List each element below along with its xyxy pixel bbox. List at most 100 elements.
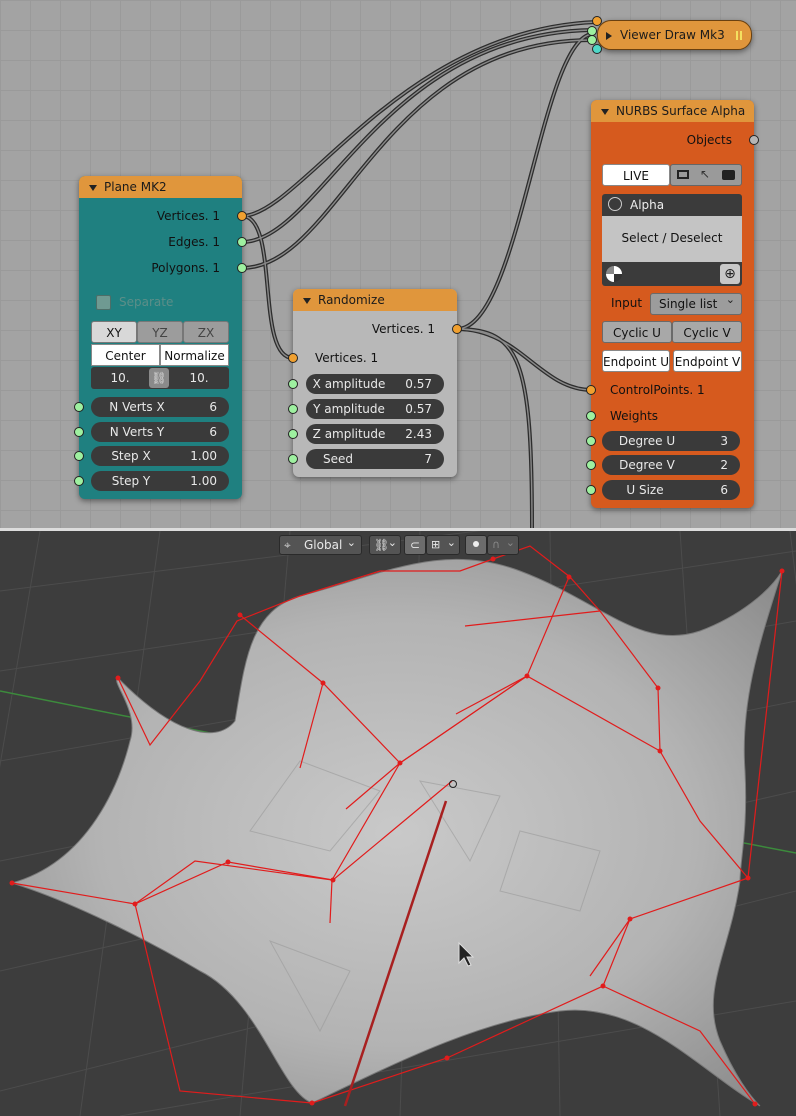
separate-checkbox[interactable] [96, 295, 111, 310]
nurbs-socket-objects[interactable] [749, 135, 759, 145]
nurbs-socket-control-points[interactable] [586, 385, 596, 395]
plane-output-polygons-label: Polygons. 1 [151, 261, 220, 275]
monitor-icon[interactable] [677, 170, 689, 179]
snap-element-select[interactable]: ⊞ ⌄ [426, 535, 460, 555]
plane-socket-step-x[interactable] [74, 451, 84, 461]
chevron-down-icon: ⌄ [505, 536, 515, 549]
magnet-icon: ⊂ [410, 538, 421, 552]
link-icon[interactable]: ⛓ [149, 368, 169, 388]
randomize-node[interactable]: Randomize Vertices. 1 Vertices. 1 X ampl… [293, 289, 457, 477]
endpoint-u-toggle[interactable]: Endpoint U [602, 350, 670, 372]
center-toggle[interactable]: Center [91, 344, 160, 366]
wire-vertices-viewer [241, 20, 597, 218]
n-verts-y-field[interactable]: N Verts Y 6 [91, 422, 229, 442]
randomize-output-label: Vertices. 1 [371, 322, 435, 336]
camera-icon[interactable] [722, 170, 735, 180]
nurbs-socket-u-size[interactable] [586, 485, 596, 495]
collapse-triangle-icon[interactable] [89, 184, 97, 191]
plane-socket-step-y[interactable] [74, 476, 84, 486]
x-amplitude-field[interactable]: X amplitude 0.57 [306, 374, 444, 394]
transform-orientation-select[interactable]: ⌖ Global ⌄ [279, 535, 362, 555]
y-axis-line [0, 690, 241, 740]
plane-socket-vertices[interactable] [237, 211, 247, 221]
falloff-select[interactable]: ∩ ⌄ [487, 535, 519, 555]
randomize-socket-z-amplitude[interactable] [288, 429, 298, 439]
n-verts-x-field[interactable]: N Verts X 6 [91, 397, 229, 417]
alpha-bar[interactable]: Alpha [602, 194, 742, 216]
nurbs-title: NURBS Surface Alpha [616, 104, 746, 118]
chevron-down-icon: ⌄ [446, 536, 456, 549]
proportional-dot-icon [473, 541, 479, 547]
add-icon[interactable]: ⊕ [720, 264, 740, 284]
snap-toggle[interactable]: ⊂ [404, 535, 426, 555]
input-label: Input [611, 296, 643, 310]
viewer-socket-matrix[interactable] [592, 44, 602, 54]
viewer-draw-node[interactable]: Viewer Draw Mk3 [597, 20, 752, 50]
randomize-socket-output[interactable] [452, 324, 462, 334]
tab-xy[interactable]: XY [91, 321, 137, 343]
material-bar: ⊕ [602, 262, 742, 286]
randomize-socket-input[interactable] [288, 353, 298, 363]
chevron-down-icon: ⌄ [387, 536, 397, 549]
cyclic-v-toggle[interactable]: Cyclic V [672, 321, 742, 343]
nurbs-node[interactable]: NURBS Surface Alpha Objects LIVE ↖ Alpha… [591, 100, 754, 508]
nurbs-surface [10, 558, 783, 1107]
normalize-toggle[interactable]: Normalize [160, 344, 229, 366]
node-editor[interactable]: Viewer Draw Mk3 Plane MK2 Vertices. 1 Ed… [0, 0, 796, 528]
pause-icon[interactable] [736, 31, 742, 40]
seed-field[interactable]: Seed 7 [306, 449, 444, 469]
plane-output-vertices-label: Vertices. 1 [156, 209, 220, 223]
collapse-triangle-icon[interactable] [303, 297, 311, 304]
proportional-edit-toggle[interactable] [465, 535, 487, 555]
plane-header[interactable]: Plane MK2 [79, 176, 242, 198]
randomize-socket-seed[interactable] [288, 454, 298, 464]
nurbs-header[interactable]: NURBS Surface Alpha [591, 100, 754, 122]
wire-polygons-viewer [241, 38, 593, 270]
separate-label: Separate [119, 295, 174, 309]
size-row: 10. ⛓ 10. [91, 367, 229, 389]
plane-title: Plane MK2 [104, 180, 167, 194]
nurbs-socket-weights[interactable] [586, 411, 596, 421]
viewer-draw-title: Viewer Draw Mk3 [620, 28, 725, 42]
z-amplitude-field[interactable]: Z amplitude 2.43 [306, 424, 444, 444]
plane-socket-n-verts-x[interactable] [74, 402, 84, 412]
tab-zx[interactable]: ZX [183, 321, 229, 343]
expand-triangle-icon[interactable] [606, 31, 612, 40]
u-size-field[interactable]: U Size 6 [602, 480, 740, 500]
endpoint-v-toggle[interactable]: Endpoint V [673, 350, 742, 372]
nurbs-socket-degree-u[interactable] [586, 436, 596, 446]
size-y-field[interactable]: 10. [169, 367, 229, 389]
size-x-field[interactable]: 10. [91, 367, 149, 389]
wire-randomize-viewer [456, 32, 593, 331]
pivot-point-select[interactable]: ⛓ ⌄ [369, 535, 401, 555]
randomize-title: Randomize [318, 293, 385, 307]
alpha-label: Alpha [630, 198, 665, 212]
chevron-down-icon: ⌄ [346, 536, 356, 549]
collapse-triangle-icon[interactable] [601, 108, 609, 115]
3d-viewport[interactable]: ⌖ Global ⌄ ⛓ ⌄ ⊂ ⊞ ⌄ ∩ ⌄ [0, 531, 796, 1116]
cursor-arrow-icon[interactable]: ↖ [700, 167, 710, 181]
degree-v-field[interactable]: Degree V 2 [602, 455, 740, 475]
plane-socket-edges[interactable] [237, 237, 247, 247]
randomize-socket-x-amplitude[interactable] [288, 379, 298, 389]
viewer-socket-vertices[interactable] [592, 16, 602, 26]
plane-node[interactable]: Plane MK2 Vertices. 1 Edges. 1 Polygons.… [79, 176, 242, 499]
wire-randomize-down [456, 327, 534, 528]
step-y-field[interactable]: Step Y 1.00 [91, 471, 229, 491]
nurbs-socket-degree-v[interactable] [586, 460, 596, 470]
control-points-label: ControlPoints. 1 [610, 383, 705, 397]
tab-yz[interactable]: YZ [137, 321, 183, 343]
live-toggle[interactable]: LIVE [602, 164, 670, 186]
select-deselect-button[interactable]: Select / Deselect [602, 216, 742, 262]
plane-socket-polygons[interactable] [237, 263, 247, 273]
step-x-field[interactable]: Step X 1.00 [91, 446, 229, 466]
material-sphere-icon[interactable] [606, 266, 622, 282]
cyclic-u-toggle[interactable]: Cyclic U [602, 321, 672, 343]
plane-socket-n-verts-y[interactable] [74, 427, 84, 437]
randomize-header[interactable]: Randomize [293, 289, 457, 311]
viewport-scene [0, 531, 796, 1116]
y-amplitude-field[interactable]: Y amplitude 0.57 [306, 399, 444, 419]
randomize-socket-y-amplitude[interactable] [288, 404, 298, 414]
input-mode-select[interactable]: Single list ⌄ [650, 293, 742, 315]
degree-u-field[interactable]: Degree U 3 [602, 431, 740, 451]
